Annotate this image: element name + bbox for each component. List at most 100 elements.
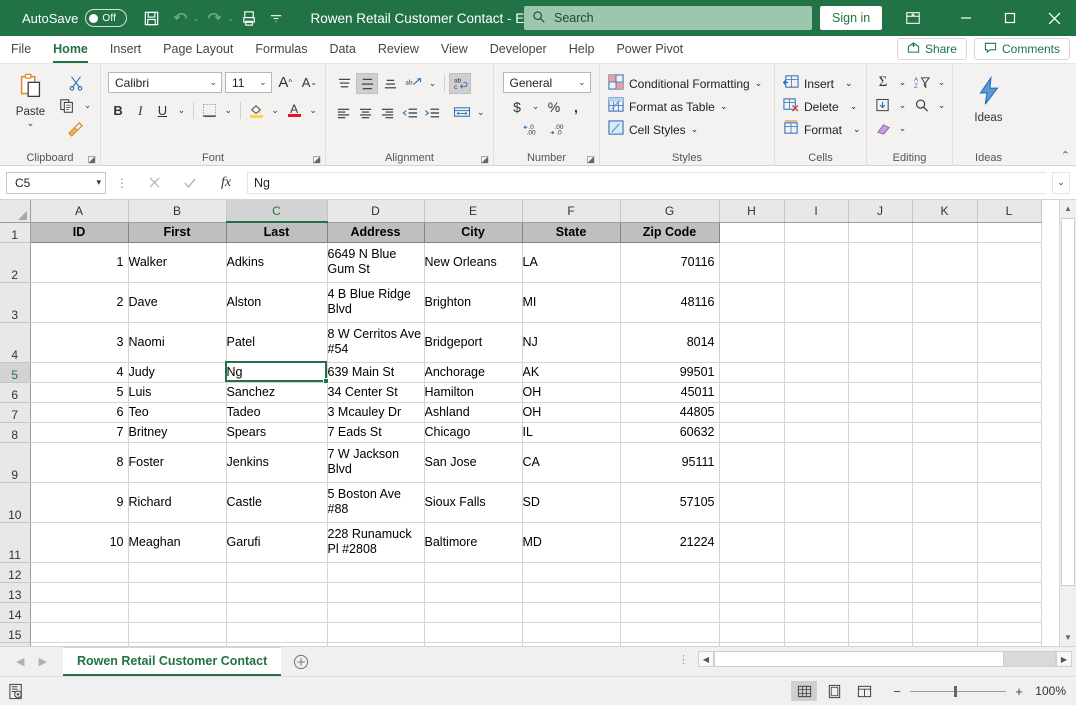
cell-A12[interactable]	[30, 562, 129, 583]
sort-and-filter-icon[interactable]: AZ	[911, 72, 933, 93]
cell-H15[interactable]	[719, 622, 785, 643]
cell-A5[interactable]: 4	[30, 362, 129, 383]
cell-I1[interactable]	[784, 222, 849, 243]
cell-H14[interactable]	[719, 602, 785, 623]
zoom-slider-thumb[interactable]	[954, 685, 957, 697]
cell-B4[interactable]: Naomi	[128, 322, 227, 363]
cell-K6[interactable]	[912, 382, 978, 403]
previous-sheet-icon[interactable]: ◀	[16, 655, 24, 668]
cell-B11[interactable]: Meaghan	[128, 522, 227, 563]
cell-G14[interactable]	[620, 602, 720, 623]
cell-D6[interactable]: 34 Center St	[327, 382, 425, 403]
cell-D1[interactable]: Address	[327, 221, 425, 243]
customize-qat-icon[interactable]	[264, 4, 288, 32]
cell-D13[interactable]	[327, 582, 425, 603]
page-break-preview-icon[interactable]	[851, 681, 877, 701]
cell-D7[interactable]: 3 Mcauley Dr	[327, 402, 425, 423]
cell-F1[interactable]: State	[522, 221, 621, 243]
cell-J13[interactable]	[848, 582, 913, 603]
redo-dropdown-icon[interactable]: ⌄	[227, 13, 235, 24]
align-middle-icon[interactable]	[356, 73, 378, 94]
zoom-level-label[interactable]: 100%	[1032, 684, 1066, 698]
cell-B12[interactable]	[128, 562, 227, 583]
cell-L3[interactable]	[977, 282, 1042, 323]
page-layout-view-icon[interactable]	[821, 681, 847, 701]
cell-J14[interactable]	[848, 602, 913, 623]
next-sheet-icon[interactable]: ▶	[38, 655, 46, 668]
spreadsheet-grid[interactable]: A B C D E F G H I J K L 1 ID First Last Addr…	[0, 200, 1059, 646]
cell-E15[interactable]	[424, 622, 523, 643]
tab-view[interactable]: View	[430, 36, 479, 63]
cell-L12[interactable]	[977, 562, 1042, 583]
row-header-9[interactable]: 9	[0, 442, 31, 483]
decrease-decimal-icon[interactable]: .00.0	[547, 118, 573, 139]
underline-button[interactable]: U	[152, 100, 172, 121]
row-header-2[interactable]: 2	[0, 242, 31, 283]
decrease-font-size-icon[interactable]: A ⌄	[299, 72, 320, 93]
cell-A3[interactable]: 2	[30, 282, 129, 323]
cell-K13[interactable]	[912, 582, 978, 603]
column-header-h[interactable]: H	[719, 200, 785, 223]
row-header-14[interactable]: 14	[0, 602, 31, 623]
cell-J11[interactable]	[848, 522, 913, 563]
cell-styles-button[interactable]: Cell Styles ⌄	[605, 118, 769, 141]
cell-I2[interactable]	[784, 242, 849, 283]
cell-B5[interactable]: Judy	[128, 362, 227, 383]
tab-formulas[interactable]: Formulas	[244, 36, 318, 63]
cell-C11[interactable]: Garufi	[226, 522, 328, 563]
row-header-6[interactable]: 6	[0, 382, 31, 403]
cell-I15[interactable]	[784, 622, 849, 643]
cell-I11[interactable]	[784, 522, 849, 563]
borders-dropdown-icon[interactable]: ⌄	[221, 100, 235, 121]
cell-G6[interactable]: 45011	[620, 382, 720, 403]
cell-E3[interactable]: Brighton	[424, 282, 523, 323]
merge-dropdown-icon[interactable]: ⌄	[474, 102, 488, 123]
align-center-icon[interactable]	[355, 102, 376, 123]
quick-print-icon[interactable]	[235, 4, 263, 32]
cell-G9[interactable]: 95111	[620, 442, 720, 483]
scroll-left-icon[interactable]: ◀	[698, 651, 714, 667]
cell-F11[interactable]: MD	[522, 522, 621, 563]
column-header-g[interactable]: G	[620, 200, 720, 223]
cell-C14[interactable]	[226, 602, 328, 623]
cell-A6[interactable]: 5	[30, 382, 129, 403]
number-dialog-launcher-icon[interactable]: ◪	[586, 154, 595, 165]
cell-D11[interactable]: 228 Runamuck Pl #2808	[327, 522, 425, 563]
cell-H8[interactable]	[719, 422, 785, 443]
cell-H3[interactable]	[719, 282, 785, 323]
cell-F9[interactable]: CA	[522, 442, 621, 483]
cell-F14[interactable]	[522, 602, 621, 623]
cell-A10[interactable]: 9	[30, 482, 129, 523]
cell-I4[interactable]	[784, 322, 849, 363]
formula-input[interactable]: Ng	[247, 171, 1046, 194]
font-size-dropdown-icon[interactable]: ⌄	[259, 77, 267, 88]
tab-file[interactable]: File	[0, 36, 42, 63]
cell-C8[interactable]: Spears	[226, 422, 328, 443]
cell-A1[interactable]: ID	[29, 221, 129, 243]
column-header-d[interactable]: D	[327, 200, 425, 223]
cell-G11[interactable]: 21224	[620, 522, 720, 563]
autosave-toggle[interactable]: AutoSave Off	[22, 9, 128, 27]
increase-font-size-icon[interactable]: A ^	[275, 72, 296, 93]
cell-K9[interactable]	[912, 442, 978, 483]
cell-E9[interactable]: San Jose	[424, 442, 523, 483]
decrease-indent-icon[interactable]	[399, 102, 420, 123]
maximize-icon[interactable]	[988, 0, 1032, 36]
cell-A2[interactable]: 1	[30, 242, 129, 283]
column-header-j[interactable]: J	[848, 200, 913, 223]
select-all-corner[interactable]	[0, 200, 31, 223]
comma-style-icon[interactable]: ,	[565, 96, 587, 117]
cell-J3[interactable]	[848, 282, 913, 323]
tab-page-layout[interactable]: Page Layout	[152, 36, 244, 63]
normal-view-icon[interactable]	[791, 681, 817, 701]
cell-E7[interactable]: Ashland	[424, 402, 523, 423]
cell-F2[interactable]: LA	[522, 242, 621, 283]
cell-J5[interactable]	[848, 362, 913, 383]
cell-L10[interactable]	[977, 482, 1042, 523]
cell-F6[interactable]: OH	[522, 382, 621, 403]
cell-F7[interactable]: OH	[522, 402, 621, 423]
italic-button[interactable]: I	[130, 100, 150, 121]
column-header-i[interactable]: I	[784, 200, 849, 223]
cell-G12[interactable]	[620, 562, 720, 583]
search-box[interactable]: Search	[524, 6, 812, 30]
